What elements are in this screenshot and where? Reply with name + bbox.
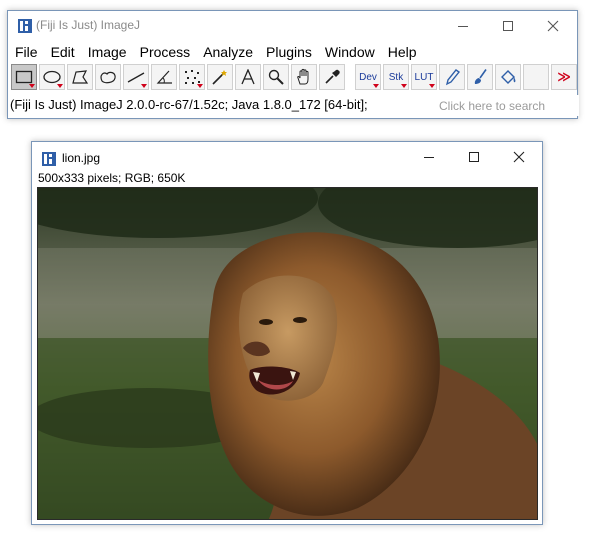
text-tool[interactable]	[235, 64, 261, 90]
minimize-icon[interactable]	[406, 142, 451, 172]
menu-edit[interactable]: Edit	[51, 44, 75, 60]
more-tools-label: ≫	[557, 69, 571, 84]
stk-toolset-button[interactable]: Stk	[383, 64, 409, 90]
zoom-tool[interactable]	[263, 64, 289, 90]
lut-label: LUT	[414, 71, 434, 83]
menu-window[interactable]: Window	[325, 44, 375, 60]
image-info: 500x333 pixels; RGB; 650K	[38, 171, 186, 185]
polygon-tool[interactable]	[67, 64, 93, 90]
minimize-icon[interactable]	[440, 11, 485, 41]
imagej-main-window: (Fiji Is Just) ImageJ File Edit Image Pr…	[7, 10, 579, 119]
main-title-bar[interactable]: (Fiji Is Just) ImageJ	[8, 11, 577, 41]
main-window-title: (Fiji Is Just) ImageJ	[36, 18, 141, 32]
pencil-icon	[445, 69, 461, 86]
maximize-icon[interactable]	[451, 142, 496, 172]
empty-tool-slot	[523, 64, 549, 90]
line-tool[interactable]	[123, 64, 149, 90]
menu-file[interactable]: File	[15, 44, 38, 60]
fiji-app-icon	[17, 18, 33, 34]
hand-icon	[297, 68, 309, 85]
more-tools-button[interactable]: ≫	[551, 64, 577, 90]
rectangle-tool[interactable]	[11, 64, 37, 90]
hand-tool[interactable]	[291, 64, 317, 90]
image-title-bar[interactable]: lion.jpg	[32, 142, 542, 172]
lut-toolset-button[interactable]: LUT	[411, 64, 437, 90]
fiji-app-icon	[41, 151, 57, 167]
menu-plugins[interactable]: Plugins	[266, 44, 312, 60]
search-input[interactable]	[435, 95, 579, 116]
line-icon	[127, 72, 145, 83]
oval-tool[interactable]	[39, 64, 65, 90]
menu-help[interactable]: Help	[388, 44, 417, 60]
menu-bar: File Edit Image Process Analyze Plugins …	[9, 41, 576, 63]
menu-analyze[interactable]: Analyze	[203, 44, 253, 60]
oval-icon	[43, 70, 61, 84]
close-icon[interactable]	[530, 11, 575, 41]
menu-image[interactable]: Image	[88, 44, 127, 60]
multipoint-icon	[185, 70, 200, 84]
paint-bucket-icon	[501, 70, 516, 84]
status-bar: (Fiji Is Just) ImageJ 2.0.0-rc-67/1.52c;…	[9, 93, 579, 118]
wand-icon	[212, 70, 227, 85]
image-window: lion.jpg 500x333 pixels; RGB; 650K	[31, 141, 543, 525]
maximize-icon[interactable]	[485, 11, 530, 41]
brush-icon	[474, 69, 487, 84]
pencil-tool[interactable]	[439, 64, 465, 90]
image-window-title: lion.jpg	[62, 151, 101, 165]
text-A-icon	[241, 69, 255, 85]
brush-tool[interactable]	[467, 64, 493, 90]
angle-icon	[156, 70, 172, 84]
angle-tool[interactable]	[151, 64, 177, 90]
eyedropper-icon	[325, 69, 340, 84]
point-tool[interactable]	[179, 64, 205, 90]
close-icon[interactable]	[496, 142, 541, 172]
wand-tool[interactable]	[207, 64, 233, 90]
rectangle-icon	[15, 70, 33, 84]
toolbar: Dev Stk LUT ≫	[9, 63, 577, 93]
stk-label: Stk	[388, 71, 404, 83]
dev-label: Dev	[359, 71, 377, 83]
magnifier-icon	[268, 69, 284, 85]
status-text: (Fiji Is Just) ImageJ 2.0.0-rc-67/1.52c;…	[10, 97, 368, 112]
polygon-icon	[72, 70, 89, 84]
lion-photo	[38, 188, 537, 519]
freehand-icon	[100, 71, 116, 84]
dev-toolset-button[interactable]: Dev	[355, 64, 381, 90]
freehand-tool[interactable]	[95, 64, 121, 90]
image-canvas[interactable]	[37, 187, 538, 520]
flood-fill-tool[interactable]	[495, 64, 521, 90]
menu-process[interactable]: Process	[140, 44, 191, 60]
color-picker-tool[interactable]	[319, 64, 345, 90]
